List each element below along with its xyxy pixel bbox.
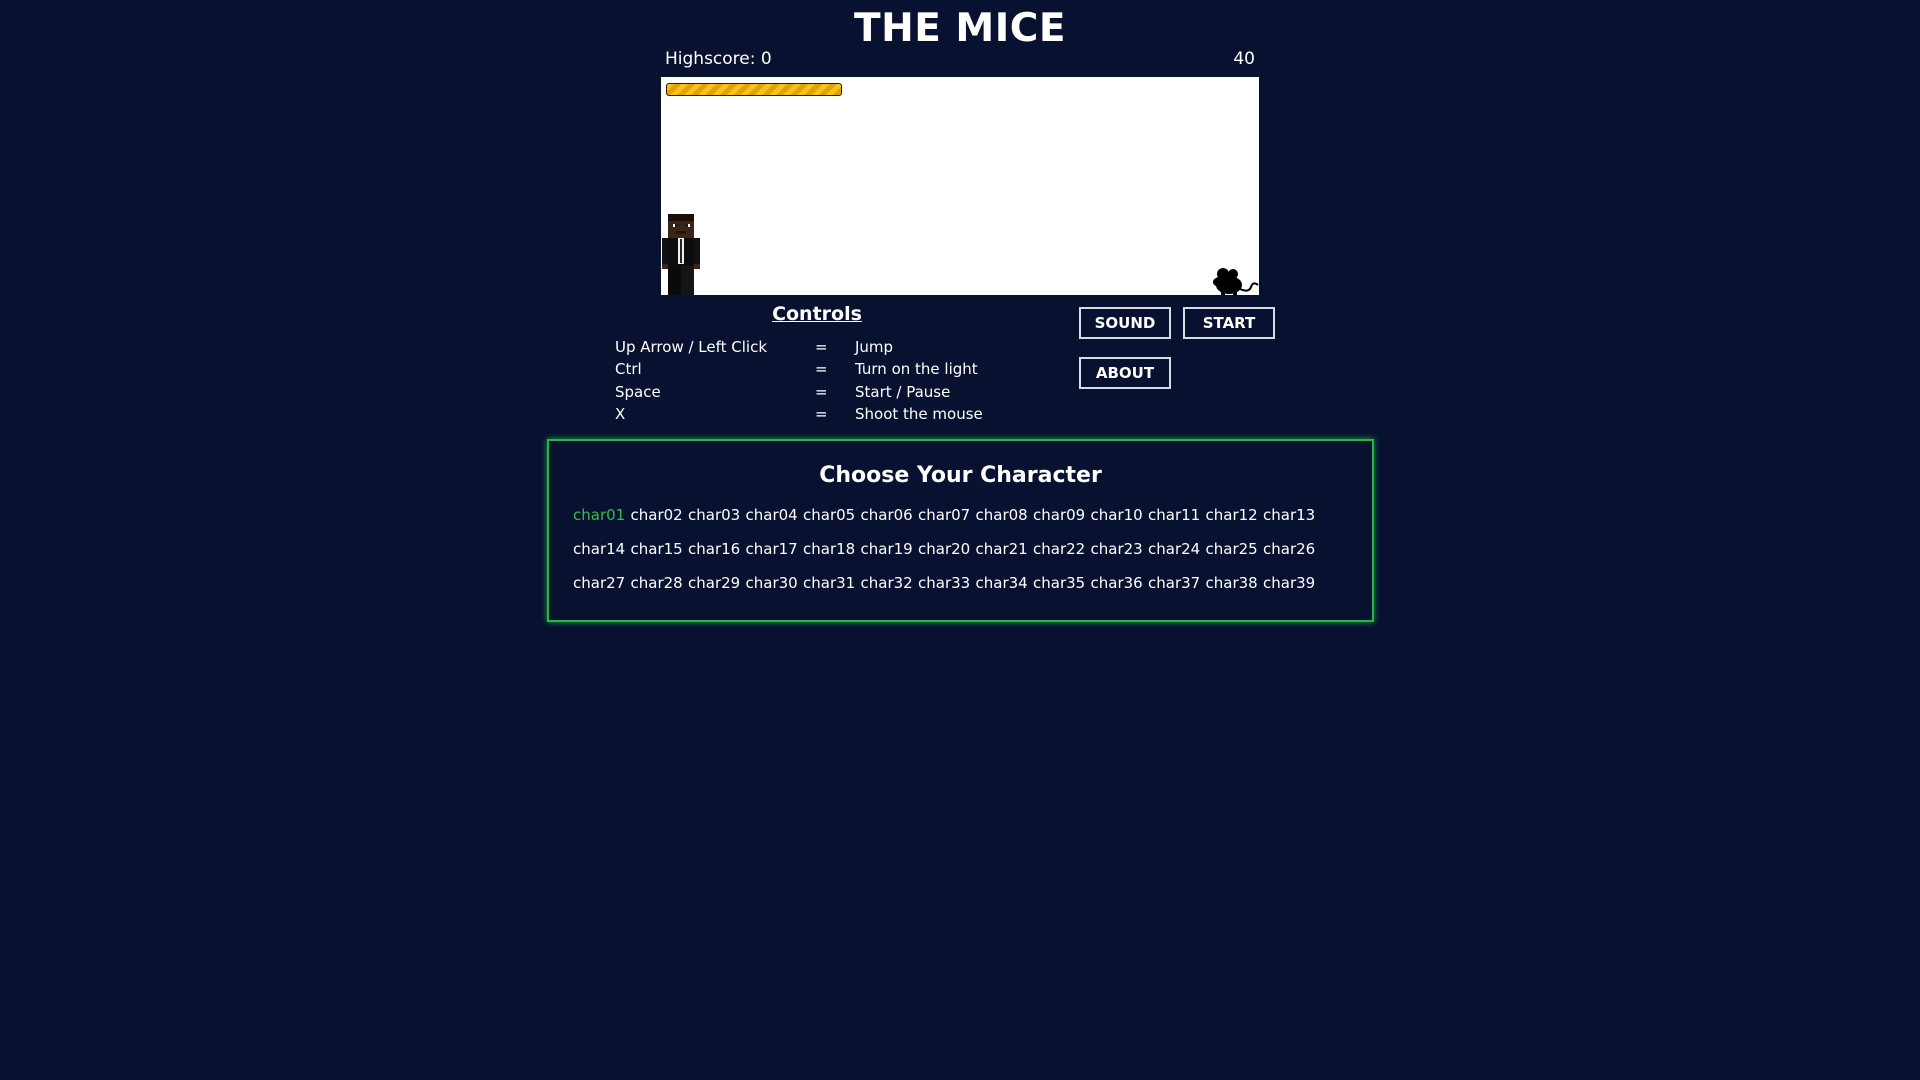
character-option-char20[interactable]: char20 bbox=[918, 540, 970, 558]
character-option-char15[interactable]: char15 bbox=[631, 540, 683, 558]
control-equals: = bbox=[815, 405, 828, 423]
character-option-char03[interactable]: char03 bbox=[688, 506, 740, 524]
character-chooser: Choose Your Character char01 char02 char03… bbox=[547, 439, 1374, 622]
controls-title: Controls bbox=[772, 303, 862, 325]
about-button[interactable]: ABOUT bbox=[1079, 357, 1171, 389]
character-option-char13[interactable]: char13 bbox=[1263, 506, 1315, 524]
score-counter: 40 bbox=[1233, 49, 1255, 69]
character-option-char30[interactable]: char30 bbox=[746, 574, 798, 592]
character-option-char05[interactable]: char05 bbox=[803, 506, 855, 524]
chooser-title: Choose Your Character bbox=[819, 463, 1102, 488]
game-canvas[interactable] bbox=[661, 77, 1259, 295]
score-bar: Highscore: 0 40 bbox=[665, 49, 1255, 71]
character-option-char23[interactable]: char23 bbox=[1091, 540, 1143, 558]
control-equals: = bbox=[815, 383, 828, 401]
character-option-char02[interactable]: char02 bbox=[631, 506, 683, 524]
character-option-char19[interactable]: char19 bbox=[861, 540, 913, 558]
game-title: THE MICE bbox=[853, 6, 1067, 51]
control-action: Start / Pause bbox=[855, 383, 951, 401]
control-equals: = bbox=[815, 338, 828, 356]
control-action: Turn on the light bbox=[855, 360, 978, 378]
sound-button[interactable]: SOUND bbox=[1079, 307, 1171, 339]
control-equals: = bbox=[815, 360, 828, 378]
character-option-char10[interactable]: char10 bbox=[1091, 506, 1143, 524]
character-option-char27[interactable]: char27 bbox=[573, 574, 625, 592]
character-option-char26[interactable]: char26 bbox=[1263, 540, 1315, 558]
character-option-char09[interactable]: char09 bbox=[1033, 506, 1085, 524]
control-row-shoot: X = Shoot the mouse bbox=[615, 405, 1015, 427]
character-option-char31[interactable]: char31 bbox=[803, 574, 855, 592]
character-option-char06[interactable]: char06 bbox=[861, 506, 913, 524]
character-option-char01[interactable]: char01 bbox=[573, 506, 625, 524]
control-key: Ctrl bbox=[615, 360, 642, 378]
control-key: Up Arrow / Left Click bbox=[615, 338, 768, 356]
character-option-char38[interactable]: char38 bbox=[1206, 574, 1258, 592]
character-option-char12[interactable]: char12 bbox=[1206, 506, 1258, 524]
character-option-char08[interactable]: char08 bbox=[976, 506, 1028, 524]
character-option-char24[interactable]: char24 bbox=[1148, 540, 1200, 558]
character-option-char29[interactable]: char29 bbox=[688, 574, 740, 592]
character-option-char39[interactable]: char39 bbox=[1263, 574, 1315, 592]
character-option-char36[interactable]: char36 bbox=[1091, 574, 1143, 592]
character-option-char37[interactable]: char37 bbox=[1148, 574, 1200, 592]
control-key: Space bbox=[615, 383, 661, 401]
character-option-char04[interactable]: char04 bbox=[746, 506, 798, 524]
highscore-label: Highscore: 0 bbox=[665, 49, 772, 69]
player-character-icon bbox=[662, 214, 700, 295]
character-option-char35[interactable]: char35 bbox=[1033, 574, 1085, 592]
character-option-char11[interactable]: char11 bbox=[1148, 506, 1200, 524]
character-option-char14[interactable]: char14 bbox=[573, 540, 625, 558]
character-option-char17[interactable]: char17 bbox=[746, 540, 798, 558]
character-option-char18[interactable]: char18 bbox=[803, 540, 855, 558]
control-key: X bbox=[615, 405, 626, 423]
character-option-char34[interactable]: char34 bbox=[976, 574, 1028, 592]
control-row-light: Ctrl = Turn on the light bbox=[615, 360, 1015, 382]
control-action: Jump bbox=[855, 338, 894, 356]
character-option-char28[interactable]: char28 bbox=[631, 574, 683, 592]
character-option-char07[interactable]: char07 bbox=[918, 506, 970, 524]
light-meter-bar bbox=[666, 83, 842, 96]
character-option-char32[interactable]: char32 bbox=[861, 574, 913, 592]
character-option-char16[interactable]: char16 bbox=[688, 540, 740, 558]
start-button[interactable]: START bbox=[1183, 307, 1275, 339]
character-option-char33[interactable]: char33 bbox=[918, 574, 970, 592]
character-option-char22[interactable]: char22 bbox=[1033, 540, 1085, 558]
character-option-char25[interactable]: char25 bbox=[1206, 540, 1258, 558]
control-row-start-pause: Space = Start / Pause bbox=[615, 383, 1015, 405]
control-action: Shoot the mouse bbox=[855, 405, 983, 423]
control-row-jump: Up Arrow / Left Click = Jump bbox=[615, 338, 1015, 360]
mouse-silhouette-icon bbox=[1213, 268, 1259, 295]
game-page: THE MICE Highscore: 0 40 Controls Up Arr… bbox=[0, 0, 1920, 1080]
character-option-char21[interactable]: char21 bbox=[976, 540, 1028, 558]
